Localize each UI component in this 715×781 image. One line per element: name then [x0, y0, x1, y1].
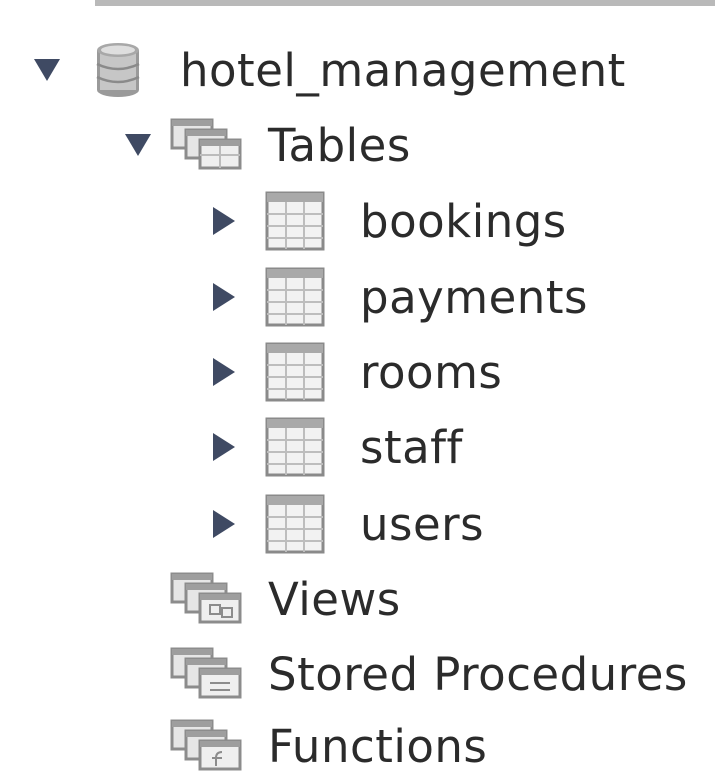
table-name[interactable]: users [360, 489, 484, 559]
folder-views-icon [168, 564, 252, 634]
folder-node-tables[interactable]: Tables [0, 110, 715, 180]
schema-tree: hotel_management Tables bookings payment… [0, 0, 715, 777]
table-name[interactable]: bookings [360, 186, 567, 256]
folder-label-stored-procedures[interactable]: Stored Procedures [268, 639, 688, 709]
table-icon [262, 262, 328, 332]
folder-node-views[interactable]: Views [0, 564, 715, 634]
table-node[interactable]: payments [0, 262, 715, 332]
expand-arrow-icon[interactable] [204, 337, 244, 407]
folder-label-tables[interactable]: Tables [268, 110, 411, 180]
table-icon [262, 186, 328, 256]
expand-arrow-icon[interactable] [204, 186, 244, 256]
collapse-arrow-icon[interactable] [118, 110, 158, 180]
table-icon [262, 412, 328, 482]
folder-node-stored-procedures[interactable]: Stored Procedures [0, 639, 715, 709]
database-icon [88, 35, 148, 105]
folder-functions-icon [168, 711, 252, 781]
folder-tables-icon [168, 110, 252, 180]
table-icon [262, 337, 328, 407]
expand-arrow-icon[interactable] [204, 489, 244, 559]
table-name[interactable]: payments [360, 262, 588, 332]
folder-label-views[interactable]: Views [268, 564, 401, 634]
folder-node-functions[interactable]: Functions [0, 711, 715, 781]
table-node[interactable]: users [0, 489, 715, 559]
schema-node-hotel-management[interactable]: hotel_management [0, 35, 715, 105]
folder-procedures-icon [168, 639, 252, 709]
table-node[interactable]: staff [0, 412, 715, 482]
expand-arrow-icon[interactable] [204, 262, 244, 332]
folder-label-functions[interactable]: Functions [268, 711, 487, 781]
table-name[interactable]: rooms [360, 337, 502, 407]
table-icon [262, 489, 328, 559]
collapse-arrow-icon[interactable] [27, 35, 67, 105]
expand-arrow-icon[interactable] [204, 412, 244, 482]
schema-name[interactable]: hotel_management [180, 35, 626, 105]
table-node[interactable]: rooms [0, 337, 715, 407]
table-node[interactable]: bookings [0, 186, 715, 256]
table-name[interactable]: staff [360, 412, 463, 482]
